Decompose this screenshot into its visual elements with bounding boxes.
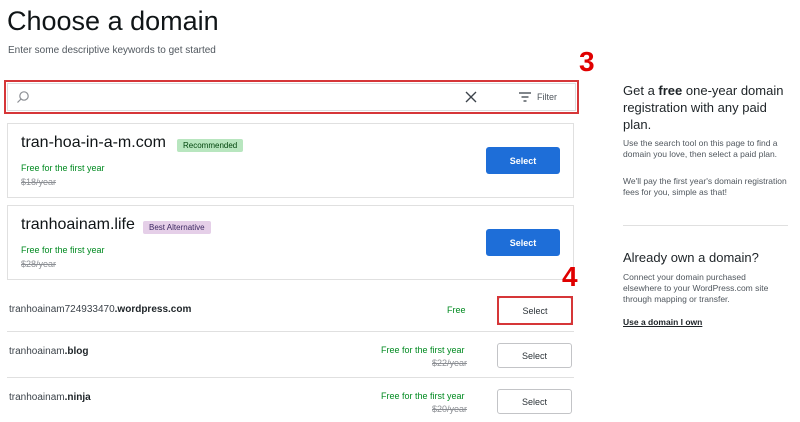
result-offer: Free <box>447 305 466 315</box>
result-domain: tranhoainam724933470.wordpress.com <box>9 304 192 315</box>
select-button[interactable]: Select <box>497 389 572 414</box>
result-domain: tranhoainam.blog <box>9 346 89 357</box>
step4-highlight <box>497 296 573 325</box>
promo-text: Use the search tool on this page to find… <box>623 138 778 159</box>
step3-highlight <box>4 80 579 114</box>
step4-number: 4 <box>562 261 578 292</box>
page-title: Choose a domain <box>7 6 219 36</box>
featured-price: $18/year <box>21 177 57 187</box>
promo-heading: Get a free one-year domain registration … <box>623 83 784 132</box>
promo-note: We'll pay the first year's domain regist… <box>623 176 787 197</box>
step3-number: 3 <box>579 46 595 77</box>
own-domain-text: Connect your domain purchased elsewhere … <box>623 272 769 304</box>
featured-price: $28/year <box>21 259 57 269</box>
featured-offer: Free for the first year <box>21 163 105 173</box>
own-domain-heading: Already own a domain? <box>623 250 759 265</box>
use-own-domain-link[interactable]: Use a domain I own <box>623 317 702 327</box>
result-domain: tranhoainam.ninja <box>9 392 91 403</box>
result-offer: Free for the first year <box>381 391 465 401</box>
best-alternative-badge: Best Alternative <box>143 221 211 234</box>
select-button[interactable]: Select <box>486 229 560 256</box>
featured-offer: Free for the first year <box>21 245 105 255</box>
result-price: $20/year <box>432 404 468 414</box>
row-divider <box>7 377 574 378</box>
page-subtitle: Enter some descriptive keywords to get s… <box>8 45 216 56</box>
row-divider <box>7 331 574 332</box>
featured-domain-name: tranhoainam.life <box>21 216 135 233</box>
result-offer: Free for the first year <box>381 345 465 355</box>
sidebar-divider <box>623 225 788 226</box>
select-button[interactable]: Select <box>497 343 572 368</box>
recommended-badge: Recommended <box>177 139 244 152</box>
result-price: $22/year <box>432 358 468 368</box>
select-button[interactable]: Select <box>486 147 560 174</box>
featured-domain-name: tran-hoa-in-a-m.com <box>21 134 166 151</box>
